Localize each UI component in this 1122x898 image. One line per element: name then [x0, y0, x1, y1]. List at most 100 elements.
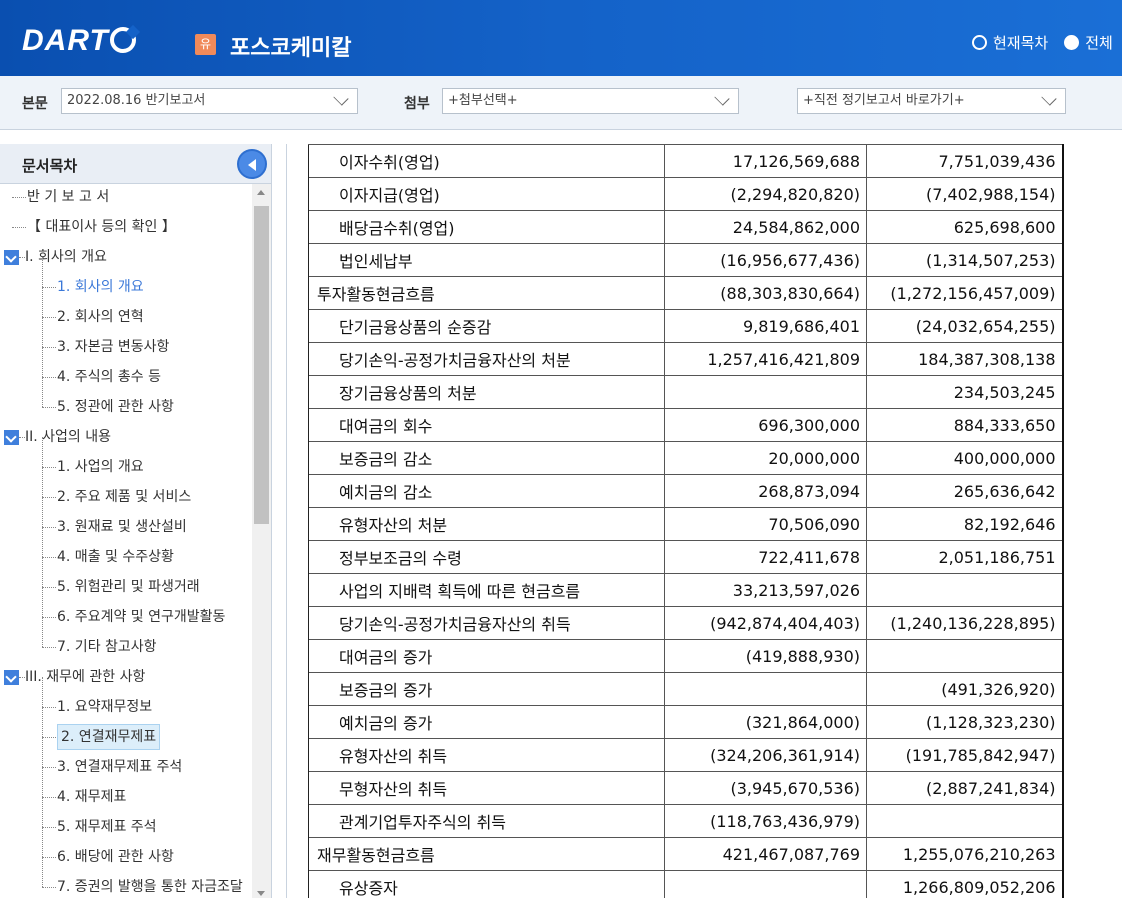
attachment-value: +첨부선택+ — [448, 93, 518, 108]
table-row: 무형자산의 취득 (3,945,670,536) (2,887,241,834) — [308, 771, 1064, 805]
table-row: 재무활동현금흐름 421,467,087,769 1,255,076,210,263 — [308, 837, 1064, 871]
scroll-thumb[interactable] — [254, 206, 269, 524]
toc-item[interactable]: 5. 위험관리 및 파생거래 — [0, 557, 252, 600]
toc-scope-radio-group: 현재목차 전체 — [972, 32, 1113, 53]
expand-toggle-icon[interactable] — [4, 670, 19, 685]
toc-item-label: 3. 자본금 변동사항 — [57, 339, 170, 355]
tree-connector — [42, 677, 43, 707]
tree-connector — [42, 497, 43, 527]
toc-item[interactable]: 6. 주요계약 및 연구개발활동 — [0, 587, 252, 630]
tree-connector — [42, 587, 43, 617]
toc-item-label: 7. 증권의 발행을 통한 자금조달 — [57, 879, 243, 895]
cash-flow-table: 이자수취(영업) 17,126,569,688 7,751,039,436 이자지급(… — [308, 144, 1064, 898]
prior-period-value: (491,326,920) — [866, 672, 1064, 706]
toc-item[interactable]: 3. 연결재무제표 주석 — [0, 737, 252, 780]
main-report-select[interactable]: 2022.08.16 반기보고서 — [61, 88, 358, 114]
radio-unchecked-icon — [972, 35, 987, 50]
table-row: 관계기업투자주식의 취득 (118,763,436,979) — [308, 804, 1064, 838]
toc-item[interactable]: 7. 증권의 발행을 통한 자금조달 — [0, 857, 252, 898]
toc-item[interactable]: 4. 매출 및 수주상황 — [0, 527, 252, 570]
tree-connector — [42, 557, 43, 587]
toc-item[interactable]: II. 사업의 내용 — [0, 424, 252, 450]
row-label: 단기금융상품의 순증감 — [308, 309, 665, 343]
table-row: 투자활동현금흐름 (88,303,830,664) (1,272,156,457,0… — [308, 276, 1064, 310]
toc-item-label: 4. 주식의 총수 등 — [57, 369, 161, 385]
current-period-value — [664, 672, 867, 706]
toc-item[interactable]: 4. 주식의 총수 등 — [0, 347, 252, 390]
toc-item[interactable]: 6. 배당에 관한 사항 — [0, 827, 252, 870]
toc-item-label: 6. 배당에 관한 사항 — [57, 849, 174, 865]
toc-item[interactable]: 1. 회사의 개요 — [0, 257, 252, 300]
row-label: 재무활동현금흐름 — [308, 837, 665, 871]
toc-item-label: 6. 주요계약 및 연구개발활동 — [57, 609, 226, 625]
prior-period-value: (1,272,156,457,009) — [866, 276, 1064, 310]
toc-item-label: 【 대표이사 등의 확인 】 — [27, 219, 176, 235]
table-row: 이자수취(영업) 17,126,569,688 7,751,039,436 — [308, 144, 1064, 178]
toc-item[interactable]: 3. 자본금 변동사항 — [0, 317, 252, 360]
tree-connector — [42, 317, 43, 347]
dart-logo[interactable]: DART — [22, 24, 136, 58]
row-label: 관계기업투자주식의 취득 — [308, 804, 665, 838]
prior-period-value: 265,636,642 — [866, 474, 1064, 508]
row-label: 당기손익-공정가치금융자산의 취득 — [308, 606, 665, 640]
table-row: 사업의 지배력 획득에 따른 현금흐름 33,213,597,026 — [308, 573, 1064, 607]
toc-item[interactable]: 1. 요약재무정보 — [0, 677, 252, 720]
toc-item[interactable]: 2. 회사의 연혁 — [0, 287, 252, 330]
toc-item-label: 2. 주요 제품 및 서비스 — [57, 489, 192, 505]
expand-toggle-icon[interactable] — [4, 430, 19, 445]
toc-tree: 반 기 보 고 서 【 대표이사 등의 확인 】 I. 회사의 개요 1. 회사의 개… — [0, 184, 252, 898]
current-period-value: (16,956,677,436) — [664, 243, 867, 277]
current-period-value: (3,945,670,536) — [664, 771, 867, 805]
toc-header: 문서목차 — [0, 144, 271, 184]
row-label: 배당금수취(영업) — [308, 210, 665, 244]
toc-item[interactable]: I. 회사의 개요 — [0, 244, 252, 270]
prior-period-value: 400,000,000 — [866, 441, 1064, 475]
company-type-badge: 유 — [195, 34, 216, 55]
toc-item[interactable]: 【 대표이사 등의 확인 】 — [0, 214, 252, 240]
table-row: 이자지급(영업) (2,294,820,820) (7,402,988,154) — [308, 177, 1064, 211]
row-label: 대여금의 회수 — [308, 408, 665, 442]
current-period-value: 268,873,094 — [664, 474, 867, 508]
scroll-up-arrow-icon[interactable] — [257, 190, 265, 195]
tree-connector — [42, 797, 56, 798]
toc-item[interactable]: 2. 주요 제품 및 서비스 — [0, 467, 252, 510]
toc-item[interactable]: 1. 사업의 개요 — [0, 437, 252, 480]
tree-connector — [42, 557, 56, 558]
tree-connector — [42, 377, 56, 378]
tree-connector — [42, 527, 43, 557]
tree-connector — [42, 767, 56, 768]
toc-scrollbar[interactable] — [252, 184, 271, 898]
toc-item[interactable]: 반 기 보 고 서 — [0, 184, 252, 210]
current-period-value: 421,467,087,769 — [664, 837, 867, 871]
toc-item[interactable]: 5. 정관에 관한 사항 — [0, 377, 252, 420]
toc-item[interactable]: 5. 재무제표 주석 — [0, 797, 252, 840]
toc-item[interactable]: 3. 원재료 및 생산설비 — [0, 497, 252, 540]
current-period-value: 20,000,000 — [664, 441, 867, 475]
toc-item[interactable]: 7. 기타 참고사항 — [0, 617, 252, 660]
tree-connector — [42, 257, 43, 287]
table-row: 대여금의 증가 (419,888,930) — [308, 639, 1064, 673]
radio-current-toc[interactable]: 현재목차 — [972, 32, 1048, 53]
prior-period-value: (24,032,654,255) — [866, 309, 1064, 343]
company-name: 포스코케미칼 — [230, 36, 352, 61]
row-label: 대여금의 증가 — [308, 639, 665, 673]
tree-connector — [42, 767, 43, 797]
toc-sidebar: 문서목차 반 기 보 고 서 【 대표이사 등의 확인 】 I. 회사의 개요 1. … — [0, 144, 272, 898]
toc-item[interactable]: 2. 연결재무제표 — [0, 707, 252, 750]
toc-item[interactable]: III. 재무에 관한 사항 — [0, 664, 252, 690]
collapse-sidebar-button[interactable] — [237, 149, 267, 179]
toc-item-label: 4. 재무제표 — [57, 789, 127, 805]
current-period-value: (321,864,000) — [664, 705, 867, 739]
table-row: 예치금의 감소 268,873,094 265,636,642 — [308, 474, 1064, 508]
tree-connector — [42, 647, 56, 648]
tree-connector — [12, 197, 26, 198]
prior-period-value: 2,051,186,751 — [866, 540, 1064, 574]
previous-report-select[interactable]: +직전 정기보고서 바로가기+ — [797, 88, 1066, 114]
toc-item[interactable]: 4. 재무제표 — [0, 767, 252, 810]
attachment-select[interactable]: +첨부선택+ — [442, 88, 739, 114]
tree-connector — [42, 377, 43, 407]
tree-connector — [12, 227, 26, 228]
expand-toggle-icon[interactable] — [4, 250, 19, 265]
radio-all-toc[interactable]: 전체 — [1064, 32, 1113, 53]
scroll-down-arrow-icon[interactable] — [257, 891, 265, 896]
